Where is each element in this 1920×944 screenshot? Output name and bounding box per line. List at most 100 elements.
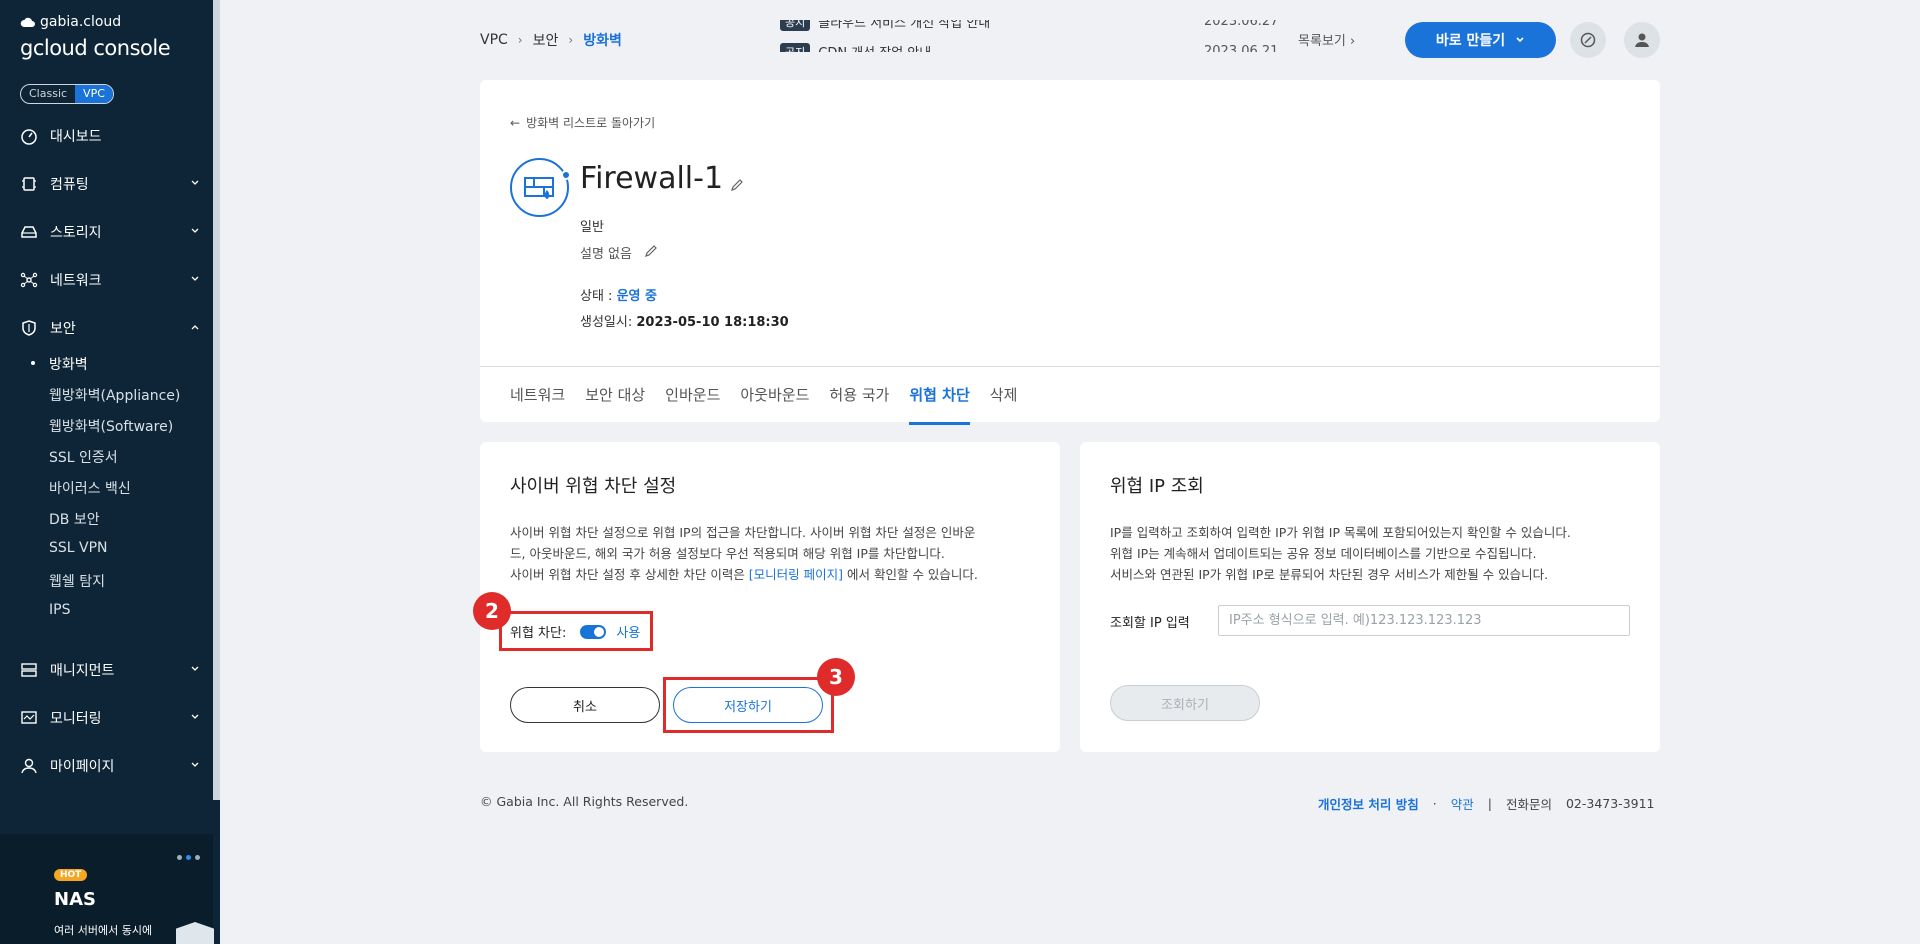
sidebar-item-network[interactable]: 네트워크 — [20, 268, 200, 292]
description-line: 서비스와 연관된 IP가 위협 IP로 분류되어 차단된 경우 서비스가 제한될… — [1110, 567, 1549, 582]
notice-list-label: 목록보기 — [1298, 34, 1346, 49]
firewall-icon — [510, 158, 569, 217]
sidebar-item-monitoring[interactable]: 모니터링 — [20, 706, 200, 730]
user-icon — [1635, 33, 1649, 47]
sidebar-item-label: 스토리지 — [50, 225, 102, 241]
mode-vpc[interactable]: VPC — [75, 85, 113, 103]
sidebar: gabia.cloud gcloud console Classic VPC 대… — [0, 0, 220, 944]
firewall-description-text: 설명 없음 — [580, 247, 632, 262]
tab-inbound[interactable]: 인바운드 — [665, 384, 720, 425]
sidebar-item-dashboard[interactable]: 대시보드 — [20, 124, 200, 148]
sidebar-sub-waf-software[interactable]: 웹방화벽(Software) — [49, 416, 173, 436]
user-icon — [21, 758, 37, 774]
brand-small-label: gabia.cloud — [40, 14, 122, 30]
breadcrumb-vpc[interactable]: VPC — [480, 32, 508, 48]
promo-desc: 여러 서버에서 동시에 — [54, 924, 153, 937]
description-line-b: 에서 확인할 수 있습니다. — [843, 567, 978, 582]
chat-button[interactable] — [1570, 22, 1606, 58]
arrow-left-icon: ← — [510, 115, 521, 130]
sidebar-sub-ssl-vpn[interactable]: SSL VPN — [49, 540, 108, 556]
tab-network[interactable]: 네트워크 — [510, 384, 565, 425]
brand-title[interactable]: gcloud console — [20, 36, 171, 60]
firewall-created: 생성일시: 2023-05-10 18:18:30 — [580, 311, 789, 330]
sidebar-sub-db-security[interactable]: DB 보안 — [49, 509, 100, 529]
footer-links: 개인정보 처리 방침 · 약관 | 전화문의 02-3473-3911 — [1318, 794, 1655, 813]
created-label: 생성일시: — [580, 315, 633, 330]
sidebar-sub-ssl-cert[interactable]: SSL 인증서 — [49, 447, 118, 467]
phone-number: 02-3473-3911 — [1565, 796, 1655, 811]
sidebar-item-label: 대시보드 — [50, 129, 102, 145]
chevron-down-icon — [191, 276, 199, 281]
chevron-down-icon — [1516, 37, 1524, 43]
notice-text: CDN 개선 작업 안내 — [818, 42, 931, 52]
cancel-button[interactable]: 취소 — [510, 687, 660, 723]
active-dot — [31, 361, 35, 365]
lookup-button[interactable]: 조회하기 — [1110, 685, 1260, 721]
divider — [480, 366, 1660, 367]
shield-icon — [22, 320, 36, 336]
ip-input[interactable] — [1218, 605, 1630, 636]
chevron-right-icon: › — [517, 33, 523, 47]
firewall-name: Firewall-1 — [580, 161, 724, 196]
brand-small[interactable]: gabia.cloud — [20, 14, 121, 30]
network-icon — [20, 272, 38, 288]
sidebar-sub-waf-appliance[interactable]: 웹방화벽(Appliance) — [49, 385, 180, 405]
sidebar-sub-webshell[interactable]: 웹쉘 탐지 — [49, 571, 105, 591]
back-link[interactable]: ← 방화벽 리스트로 돌아가기 — [510, 114, 655, 131]
mode-classic[interactable]: Classic — [21, 85, 75, 103]
monitoring-page-link[interactable]: [모니터링 페이지] — [749, 567, 843, 582]
status-label: 상태 : — [580, 289, 613, 304]
quick-create-button[interactable]: 바로 만들기 — [1405, 22, 1556, 58]
notice-item[interactable]: 공지 CDN 개선 작업 안내 2023.06.21 — [780, 42, 1360, 52]
sidebar-item-label: 네트워크 — [50, 273, 102, 289]
description-line: 위협 IP는 계속해서 업데이트되는 공유 정보 데이터베이스를 기반으로 수집… — [1110, 546, 1537, 561]
notice-tag: 공지 — [780, 20, 811, 31]
pencil-icon[interactable] — [730, 178, 744, 192]
breadcrumb: VPC › 보안 › 방화벽 — [480, 30, 622, 50]
gauge-icon — [21, 129, 37, 145]
highlight-box-step2 — [499, 611, 653, 651]
sidebar-item-management[interactable]: 매니지먼트 — [20, 658, 200, 682]
chevron-up-icon — [191, 325, 199, 330]
sidebar-item-label: 매니지먼트 — [50, 663, 115, 679]
pencil-icon[interactable] — [644, 244, 658, 258]
sidebar-sub-firewall[interactable]: 방화벽 — [49, 354, 88, 374]
cloud-icon — [20, 17, 35, 27]
notice-list-link[interactable]: 목록보기 › — [1298, 30, 1355, 49]
tab-security-target[interactable]: 보안 대상 — [585, 384, 645, 425]
tab-delete[interactable]: 삭제 — [990, 384, 1018, 425]
sidebar-item-mypage[interactable]: 마이페이지 — [20, 754, 200, 778]
tab-allowed-countries[interactable]: 허용 국가 — [829, 384, 889, 425]
mode-switch[interactable]: Classic VPC — [20, 84, 114, 104]
tab-threat-block[interactable]: 위협 차단 — [909, 384, 971, 425]
status-dot — [561, 170, 571, 180]
description-line: 드, 아웃바운드, 해외 국가 허용 설정보다 우선 적용되며 해당 위협 IP… — [510, 546, 945, 561]
description-line: 사이버 위협 차단 설정으로 위협 IP의 접근을 차단합니다. 사이버 위협 … — [510, 525, 976, 540]
terms-link[interactable]: 약관 — [1451, 794, 1474, 813]
carousel-dots[interactable] — [177, 855, 200, 860]
notice-item[interactable]: 공지 클라우드 서비스 개선 작업 안내 2023.06.27 — [780, 20, 1360, 31]
description-line-a: 사이버 위협 차단 설정 후 상세한 차단 이력은 — [510, 567, 749, 582]
tab-outbound[interactable]: 아웃바운드 — [740, 384, 809, 425]
notice-tag: 공지 — [780, 42, 811, 52]
breadcrumb-firewall: 방화벽 — [583, 33, 622, 49]
phone-label: 전화문의 — [1505, 797, 1552, 812]
breadcrumb-security[interactable]: 보안 — [533, 30, 559, 50]
notice-ticker[interactable]: 공지 클라우드 서비스 개선 작업 안내 2023.06.27 공지 CDN 개… — [780, 20, 1360, 52]
sidebar-scrollbar[interactable] — [213, 0, 220, 800]
sidebar-sub-ips[interactable]: IPS — [49, 602, 70, 618]
sidebar-item-security[interactable]: 보안 — [20, 316, 200, 340]
sidebar-item-computing[interactable]: 컴퓨팅 — [20, 172, 200, 196]
description-line: 사이버 위협 차단 설정 후 상세한 차단 이력은 [모니터링 페이지] 에서 … — [510, 564, 1030, 585]
privacy-policy-link[interactable]: 개인정보 처리 방침 — [1318, 794, 1419, 813]
footer-dot: · — [1432, 796, 1437, 811]
firewall-status: 상태 : 운영 중 — [580, 285, 657, 304]
notice-text: 클라우드 서비스 개선 작업 안내 — [818, 20, 991, 31]
back-link-label: 방화벽 리스트로 돌아가기 — [526, 116, 656, 130]
account-button[interactable] — [1624, 22, 1660, 58]
threat-ip-title: 위협 IP 조회 — [1110, 476, 1204, 497]
chip-icon — [22, 177, 36, 191]
sidebar-item-storage[interactable]: 스토리지 — [20, 220, 200, 244]
status-value: 운영 중 — [616, 289, 657, 304]
sidebar-sub-antivirus[interactable]: 바이러스 백신 — [49, 478, 131, 498]
